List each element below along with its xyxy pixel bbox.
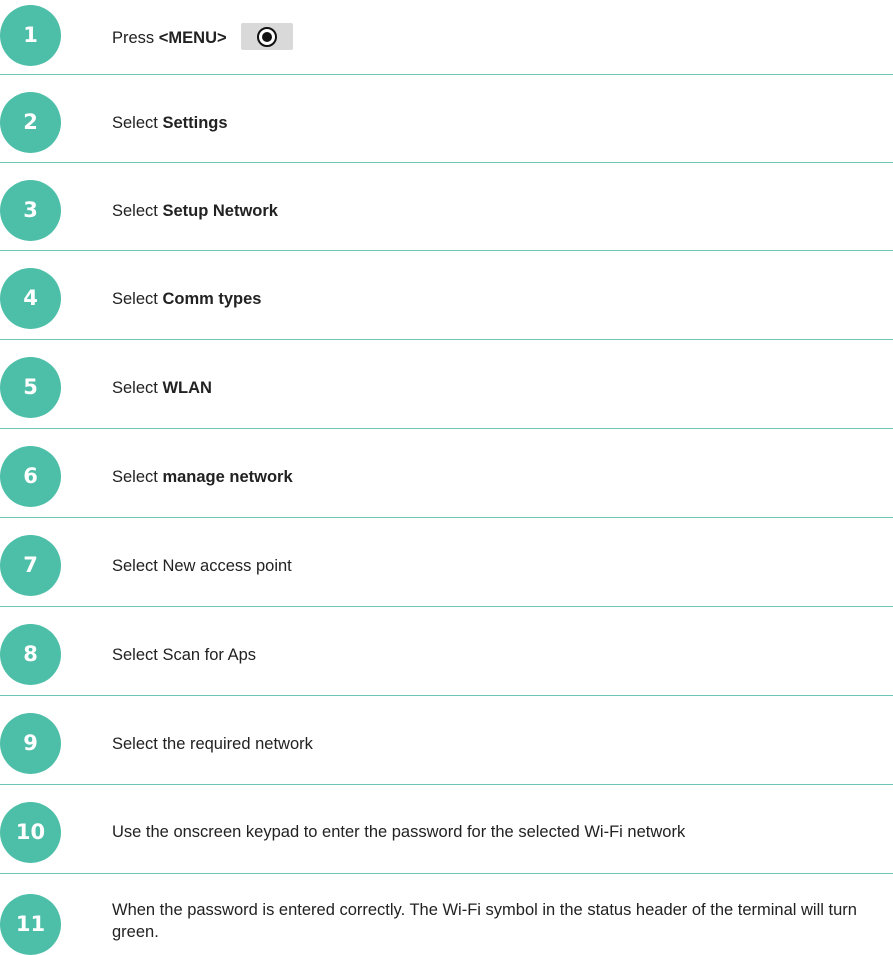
step-text: When the password is entered correctly. … bbox=[112, 901, 857, 941]
step-number-badge: 4 bbox=[0, 268, 61, 329]
step-number-badge: 3 bbox=[0, 180, 61, 241]
step-11: 11 When the password is entered correctl… bbox=[0, 874, 893, 955]
step-text-bold: Settings bbox=[162, 114, 228, 132]
step-text-prefix: Select bbox=[112, 114, 163, 132]
step-text: Select manage network bbox=[112, 466, 887, 488]
step-text-bold: WLAN bbox=[162, 379, 212, 397]
step-number-badge: 8 bbox=[0, 624, 61, 685]
step-text: Select WLAN bbox=[112, 377, 887, 399]
step-2: 2 Select Settings bbox=[0, 75, 893, 163]
step-number-badge: 5 bbox=[0, 357, 61, 418]
menu-button-icon bbox=[240, 23, 293, 50]
step-number-badge: 6 bbox=[0, 446, 61, 507]
step-number-badge: 9 bbox=[0, 713, 61, 774]
step-text-prefix: Select bbox=[112, 290, 163, 308]
step-number-badge: 11 bbox=[0, 894, 61, 955]
step-text: Select Scan for Aps bbox=[112, 646, 256, 664]
step-text: Select New access point bbox=[112, 557, 292, 575]
step-3: 3 Select Setup Network bbox=[0, 163, 893, 251]
step-6: 6 Select manage network bbox=[0, 429, 893, 518]
step-text: Press <MENU> bbox=[112, 23, 887, 52]
step-text: Select the required network bbox=[112, 735, 313, 753]
step-text-bold: Setup Network bbox=[162, 202, 278, 220]
step-8: 8 Select Scan for Aps bbox=[0, 607, 893, 696]
step-number-badge: 1 bbox=[0, 5, 61, 66]
step-text-prefix: Press bbox=[112, 28, 159, 47]
step-text-prefix: Select bbox=[112, 202, 163, 220]
step-text-prefix: Select bbox=[112, 379, 163, 397]
step-text-bold: <MENU> bbox=[158, 28, 227, 47]
step-number-badge: 2 bbox=[0, 92, 61, 153]
step-9: 9 Select the required network bbox=[0, 696, 893, 785]
step-text: Select Settings bbox=[112, 112, 887, 134]
step-7: 7 Select New access point bbox=[0, 518, 893, 607]
step-10: 10 Use the onscreen keypad to enter the … bbox=[0, 785, 893, 874]
step-number-badge: 10 bbox=[0, 802, 61, 863]
step-text: Use the onscreen keypad to enter the pas… bbox=[112, 823, 686, 841]
step-text-prefix: Select bbox=[112, 468, 163, 486]
step-text-bold: manage network bbox=[162, 468, 293, 486]
instruction-steps: 1 Press <MENU> 2 Select Settings 3 Selec… bbox=[0, 0, 893, 955]
step-5: 5 Select WLAN bbox=[0, 340, 893, 429]
step-text-bold: Comm types bbox=[162, 290, 262, 308]
step-4: 4 Select Comm types bbox=[0, 251, 893, 340]
step-text: Select Setup Network bbox=[112, 200, 887, 222]
step-number-badge: 7 bbox=[0, 535, 61, 596]
step-text: Select Comm types bbox=[112, 288, 887, 310]
